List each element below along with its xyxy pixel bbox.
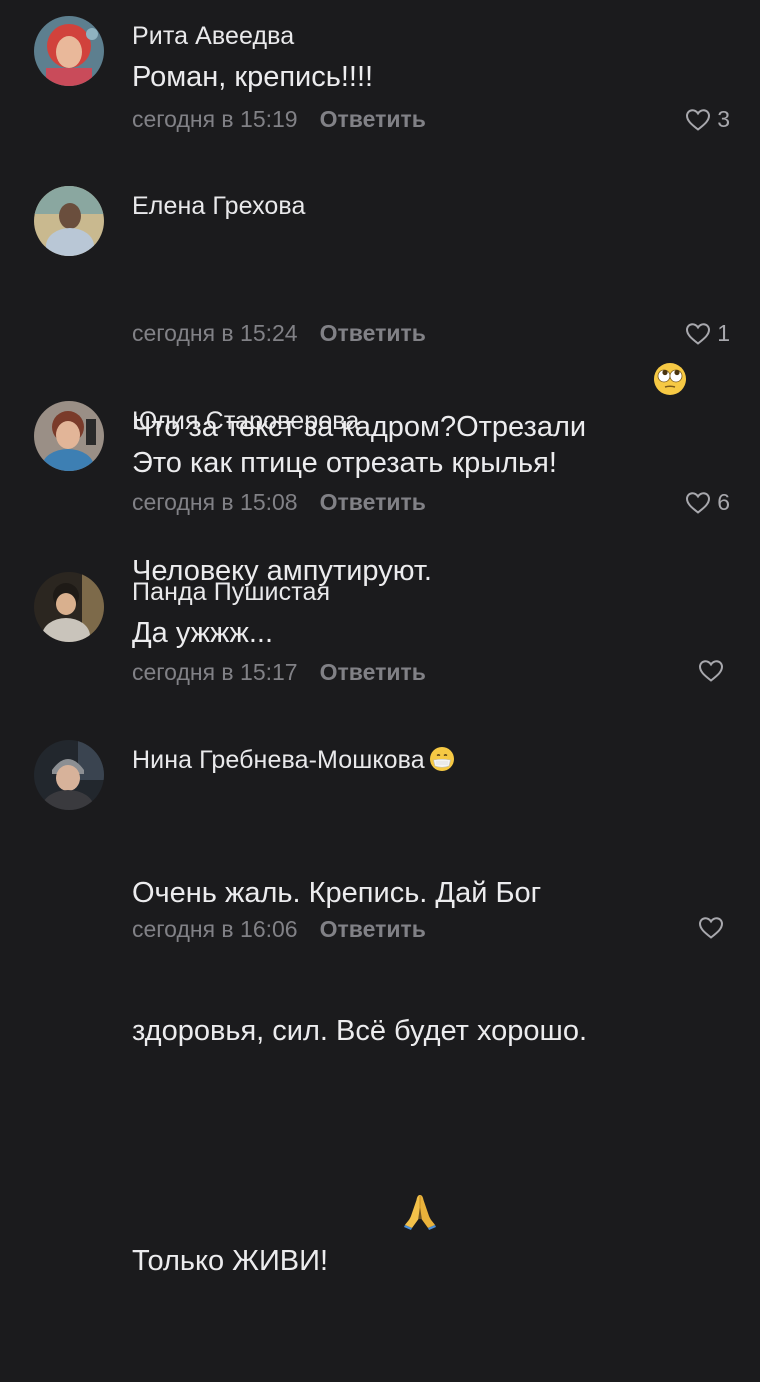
like-button[interactable]: [698, 659, 730, 683]
face-rolling-eyes-emoji: [588, 316, 686, 456]
avatar[interactable]: [34, 572, 104, 642]
face-with-medical-mask-emoji: [429, 746, 455, 779]
like-count: 6: [717, 489, 730, 515]
comment-time: сегодня в 15:17: [132, 659, 298, 685]
comment-meta: сегодня в 15:19 Ответить: [132, 106, 426, 133]
heart-outline-icon: [698, 916, 724, 940]
comment-text: Очень жаль. Крепись. Дай Бог здоровья, с…: [132, 778, 712, 1382]
like-button[interactable]: 1: [685, 320, 730, 347]
comment-meta: сегодня в 15:17 Ответить: [132, 659, 426, 686]
avatar[interactable]: [34, 186, 104, 256]
reply-button[interactable]: Ответить: [320, 320, 426, 346]
comment-time: сегодня в 15:19: [132, 106, 298, 132]
comment-author[interactable]: Нина Гребнева-Мошкова: [132, 746, 455, 779]
comment-author-name: Нина Гребнева-Мошкова: [132, 746, 425, 774]
reply-button[interactable]: Ответить: [320, 916, 426, 942]
comment-text: Роман, крепись!!!!: [132, 61, 374, 93]
comments-feed: Рита Авеедва Роман, крепись!!!! сегодня …: [0, 0, 760, 1277]
comment-text-line: Только ЖИВИ!: [132, 1245, 329, 1277]
comment-author[interactable]: Юлия Староверова: [132, 407, 359, 436]
folded-hands-emoji: [338, 1146, 436, 1290]
reply-button[interactable]: Ответить: [320, 659, 426, 685]
like-count: 3: [717, 106, 730, 132]
comment-time: сегодня в 15:08: [132, 489, 298, 515]
avatar[interactable]: [34, 401, 104, 471]
like-button[interactable]: 6: [685, 489, 730, 516]
heart-outline-icon: [685, 108, 711, 132]
heart-outline-icon: [698, 659, 724, 683]
comment-text-line: Очень жаль. Крепись. Дай Бог: [132, 877, 542, 909]
avatar[interactable]: [34, 740, 104, 810]
avatar[interactable]: [34, 16, 104, 86]
comment-meta: сегодня в 16:06 Ответить: [132, 916, 426, 943]
like-count: 1: [717, 320, 730, 346]
heart-outline-icon: [685, 322, 711, 346]
comment-author[interactable]: Панда Пушистая: [132, 578, 330, 607]
comment-author[interactable]: Елена Грехова: [132, 192, 306, 221]
reply-button[interactable]: Ответить: [320, 489, 426, 515]
like-button[interactable]: [698, 916, 730, 940]
comment-meta: сегодня в 15:24 Ответить: [132, 320, 426, 347]
comment-text-line: здоровья, сил. Всё будет хорошо.: [132, 1015, 588, 1047]
comment-text: Да ужжж...: [132, 617, 274, 649]
comment-time: сегодня в 16:06: [132, 916, 298, 942]
comment-author[interactable]: Рита Авеедва: [132, 22, 294, 51]
comment-text: Это как птице отрезать крылья!: [132, 447, 557, 479]
like-button[interactable]: 3: [685, 106, 730, 133]
heart-outline-icon: [685, 491, 711, 515]
comment-time: сегодня в 15:24: [132, 320, 298, 346]
reply-button[interactable]: Ответить: [320, 106, 426, 132]
comment-meta: сегодня в 15:08 Ответить: [132, 489, 426, 516]
